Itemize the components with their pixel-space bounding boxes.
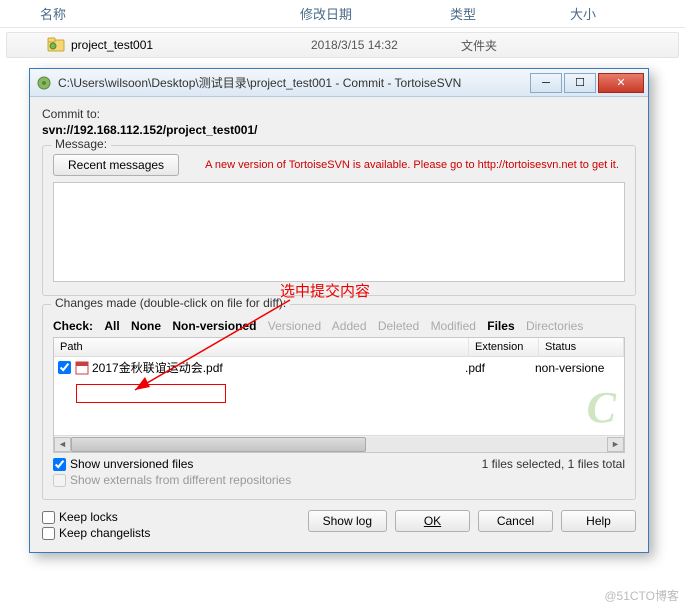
show-externals-checkbox: Show externals from different repositori…	[53, 473, 291, 487]
scroll-thumb[interactable]	[71, 437, 366, 452]
message-label: Message:	[51, 137, 111, 151]
file-checkbox[interactable]	[58, 361, 71, 374]
show-log-button[interactable]: Show log	[308, 510, 387, 532]
commit-to-label: Commit to:	[42, 107, 636, 121]
file-status: non-versione	[535, 361, 620, 375]
col-date[interactable]: 修改日期	[300, 4, 450, 23]
keep-locks-checkbox[interactable]: Keep locks	[42, 510, 150, 524]
pdf-icon	[75, 361, 89, 375]
cancel-button[interactable]: Cancel	[478, 510, 553, 532]
changes-label: Changes made (double-click on file for d…	[51, 296, 290, 310]
update-notice: A new version of TortoiseSVN is availabl…	[199, 158, 625, 172]
message-group: Message: Recent messages A new version o…	[42, 145, 636, 296]
filter-none[interactable]: None	[131, 319, 161, 333]
titlebar[interactable]: C:\Users\wilsoon\Desktop\测试目录\project_te…	[30, 69, 648, 97]
row-name: project_test001	[71, 38, 311, 52]
changes-group: Changes made (double-click on file for d…	[42, 304, 636, 500]
filter-directories[interactable]: Directories	[526, 319, 583, 333]
filter-files[interactable]: Files	[487, 319, 514, 333]
filter-modified[interactable]: Modified	[431, 319, 476, 333]
close-button[interactable]: ✕	[598, 73, 644, 93]
explorer-row[interactable]: project_test001 2018/3/15 14:32 文件夹	[6, 32, 679, 58]
filter-nonversioned[interactable]: Non-versioned	[172, 319, 256, 333]
tortoisesvn-icon	[36, 75, 52, 91]
minimize-button[interactable]: ─	[530, 73, 562, 93]
window-title: C:\Users\wilsoon\Desktop\测试目录\project_te…	[58, 74, 530, 91]
row-date: 2018/3/15 14:32	[311, 38, 461, 52]
help-button[interactable]: Help	[561, 510, 636, 532]
commit-message-input[interactable]	[53, 182, 625, 282]
maximize-button[interactable]: ☐	[564, 73, 596, 93]
file-name: 2017金秋联谊运动会.pdf	[92, 359, 465, 376]
folder-icon	[47, 36, 65, 54]
col-size[interactable]: 大小	[570, 4, 650, 23]
scroll-left-icon[interactable]: ◄	[54, 437, 71, 452]
svn-url: svn://192.168.112.152/project_test001/	[42, 123, 636, 137]
file-ext: .pdf	[465, 361, 535, 375]
explorer-column-headers: 名称 修改日期 类型 大小	[0, 0, 685, 28]
col-type[interactable]: 类型	[450, 4, 570, 23]
commit-dialog: C:\Users\wilsoon\Desktop\测试目录\project_te…	[29, 68, 649, 553]
col-ext[interactable]: Extension	[469, 338, 539, 356]
check-label: Check:	[53, 319, 93, 333]
ok-button[interactable]: OK	[395, 510, 470, 532]
col-path[interactable]: Path	[54, 338, 469, 356]
page-watermark: @51CTO博客	[604, 587, 679, 604]
col-status[interactable]: Status	[539, 338, 624, 356]
scroll-right-icon[interactable]: ►	[607, 437, 624, 452]
selection-stats: 1 files selected, 1 files total	[482, 457, 625, 471]
row-type: 文件夹	[461, 37, 581, 54]
tortoise-watermark-icon: C	[587, 382, 616, 433]
filter-all[interactable]: All	[104, 319, 119, 333]
filter-deleted[interactable]: Deleted	[378, 319, 419, 333]
keep-changelists-checkbox[interactable]: Keep changelists	[42, 526, 150, 540]
show-unversioned-checkbox[interactable]: Show unversioned files	[53, 457, 291, 471]
filter-added[interactable]: Added	[332, 319, 367, 333]
recent-messages-button[interactable]: Recent messages	[53, 154, 179, 176]
file-row[interactable]: 2017金秋联谊运动会.pdf .pdf non-versione	[54, 357, 624, 378]
col-name[interactable]: 名称	[40, 4, 300, 23]
file-list: Path Extension Status 2017金秋联谊运动会.pdf .p…	[53, 337, 625, 453]
filter-row: Check: All None Non-versioned Versioned …	[53, 319, 625, 333]
horizontal-scrollbar[interactable]: ◄ ►	[54, 435, 624, 452]
filter-versioned[interactable]: Versioned	[268, 319, 321, 333]
